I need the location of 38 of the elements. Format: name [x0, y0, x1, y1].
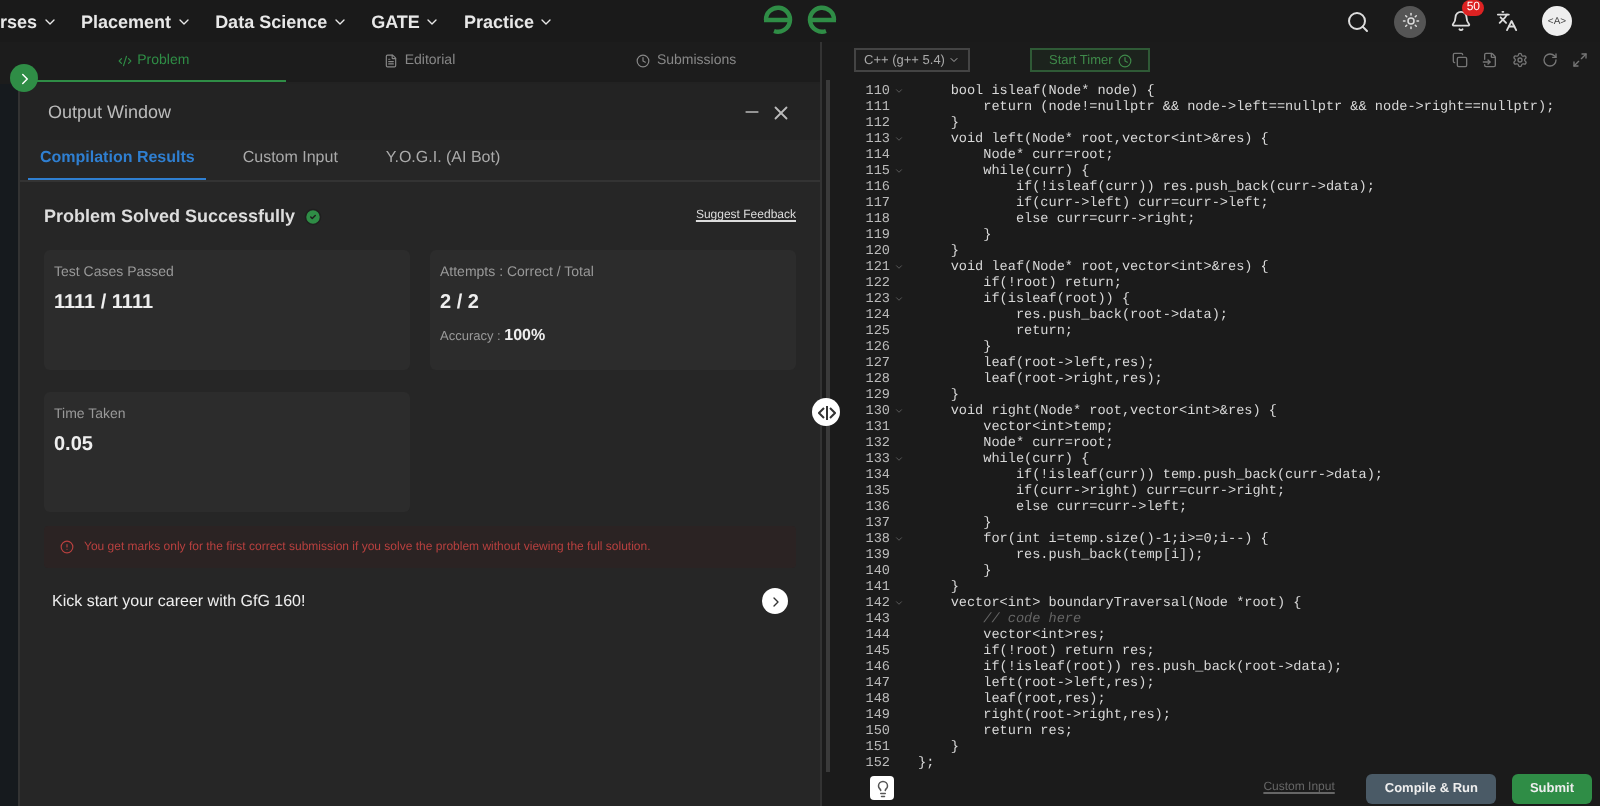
reset-icon[interactable] [1542, 52, 1558, 69]
fullscreen-icon[interactable] [1572, 52, 1588, 69]
card-value: 0.05 [54, 434, 95, 456]
nav-menu-item[interactable]: Data Science [215, 11, 348, 31]
translate-icon[interactable] [1496, 10, 1518, 32]
hint-button[interactable] [870, 776, 894, 801]
resize-arrows-icon [817, 405, 835, 419]
output-tab[interactable]: Compilation Results [28, 140, 207, 180]
status-message: Problem Solved Successfully [44, 206, 296, 226]
search-icon[interactable] [1346, 9, 1370, 33]
expand-panel-button[interactable] [10, 64, 38, 92]
output-tab[interactable]: Custom Input [230, 140, 350, 180]
success-check-icon [303, 207, 322, 225]
notification-bell-icon[interactable] [1450, 10, 1472, 32]
document-icon [384, 54, 399, 68]
nav-menu-item[interactable]: Practice [463, 11, 554, 31]
card-value: 1111 / 1111 [54, 292, 156, 314]
code-icon [117, 54, 132, 68]
copy-icon[interactable] [1452, 52, 1468, 69]
lightbulb-icon [873, 779, 891, 798]
caret-icon [948, 54, 961, 67]
nav-menu-item[interactable]: GATE [371, 11, 440, 31]
theme-toggle-button[interactable] [1394, 5, 1426, 37]
alert-icon [60, 540, 74, 554]
promo-text: Kick start your career with GfG 160! [52, 592, 308, 610]
window-title: Output Window [48, 102, 174, 122]
nav-menu-item[interactable]: rses [0, 11, 58, 31]
clock-icon [1118, 53, 1133, 68]
output-tab[interactable]: Y.O.G.I. (AI Bot) [373, 140, 513, 180]
close-icon [770, 101, 792, 123]
logo-icon [760, 4, 840, 36]
next-button[interactable] [762, 588, 788, 614]
file-icon[interactable] [1482, 52, 1498, 69]
settings-icon[interactable] [1512, 52, 1528, 69]
nav-menu-item[interactable]: Placement [81, 11, 192, 31]
sun-icon [1401, 12, 1419, 30]
card-value: 2 / 2 [440, 292, 481, 314]
clock-icon [636, 54, 651, 68]
